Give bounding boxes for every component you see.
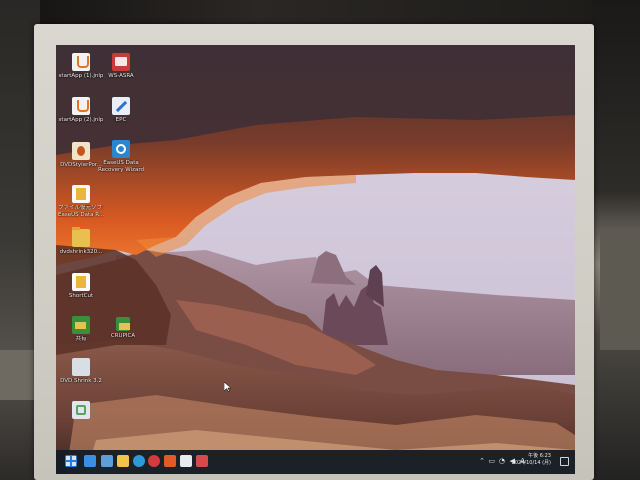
search-icon[interactable] <box>84 455 96 467</box>
brave-icon[interactable] <box>164 455 176 467</box>
desktop-icon-easeus-recovery[interactable]: EaseUS Data Recovery Wizard <box>98 140 144 174</box>
desktop-icon-label: 共有 <box>75 336 87 342</box>
mouse-cursor-icon <box>224 382 232 392</box>
desktop-icon-ws-asra[interactable]: WS-ASRA <box>98 53 144 80</box>
task-view-icon[interactable] <box>101 455 113 467</box>
desktop-icon-label: ファイル復元ソフト <box>58 205 104 211</box>
desktop-icon-dvdshrink-folder[interactable]: dvdshrink320... <box>58 227 104 256</box>
desktop-icon-label: DVD Shrink 3.2 <box>60 378 102 384</box>
explorer-icon[interactable] <box>117 455 129 467</box>
desktop-icon-label: EPC <box>115 117 127 123</box>
shortcut-icon <box>72 273 90 291</box>
desktop-icon-label-line2: Recovery Wizard <box>98 167 144 173</box>
start-icon[interactable] <box>65 455 77 467</box>
vivaldi-icon[interactable] <box>148 455 160 467</box>
shared-folder-icon <box>72 316 90 334</box>
ws-asra-icon <box>112 53 130 71</box>
clock-time: 午後 6:23 <box>528 453 551 459</box>
desktop-icon-shared[interactable]: 共有 <box>58 316 104 343</box>
room-object <box>0 350 36 400</box>
epc-icon <box>112 97 130 115</box>
folder-icon <box>72 227 90 247</box>
desktop-icon-epc[interactable]: EPC <box>98 97 144 124</box>
edge-icon[interactable] <box>133 455 145 467</box>
crupica-icon <box>116 317 130 331</box>
dvd-shrink-icon <box>72 358 90 376</box>
tray-chevron-icon[interactable]: ⌃ <box>479 456 485 467</box>
desktop-icon-dvd-shrink[interactable]: DVD Shrink 3.2 <box>58 358 104 385</box>
room-object <box>600 230 640 350</box>
desktop-icon-label: WS-ASRA <box>108 73 134 79</box>
pen-icon[interactable] <box>180 455 192 467</box>
tray-wifi-icon[interactable]: ◔ <box>499 456 505 467</box>
taskbar-clock[interactable]: 午後 6:23 2024/10/14 (月) <box>512 453 551 467</box>
document-icon <box>72 185 90 203</box>
desktop-icon-label: CRUPICA <box>110 333 136 339</box>
clock-date: 2024/10/14 (月) <box>511 460 551 466</box>
desktop-icon-label: dvdshrink320... <box>59 249 103 255</box>
desktop-screen: startApp (1).jnlp WS-ASRA startApp (2).j… <box>56 45 575 474</box>
dvdstyler-icon <box>72 142 90 160</box>
desktop-icon-shortcut[interactable]: ShortCut <box>58 273 104 300</box>
java-icon <box>72 97 90 115</box>
desktop-icon-crupica[interactable]: CRUPICA <box>100 317 146 340</box>
recycle-bin-icon <box>72 401 90 419</box>
desktop-icon-easeus-jp[interactable]: ファイル復元ソフト EaseUS Data R... <box>58 185 104 219</box>
easeus-icon <box>112 140 130 158</box>
desktop-icon-label: EaseUS Data <box>103 160 139 166</box>
desktop-icon-label: ShortCut <box>68 293 94 299</box>
snip-icon[interactable] <box>196 455 208 467</box>
java-icon <box>72 53 90 71</box>
tray-network-icon[interactable]: ▭ <box>488 456 495 467</box>
taskbar: ⌃ ▭ ◔ ◀ A 午後 6:23 2024/10/14 (月) <box>56 450 575 474</box>
desktop-icon-recycle-bin[interactable] <box>58 401 104 421</box>
desktop-icon-label-line2: EaseUS Data R... <box>58 212 104 218</box>
notification-icon[interactable] <box>560 457 569 466</box>
room-background-top <box>0 0 640 26</box>
